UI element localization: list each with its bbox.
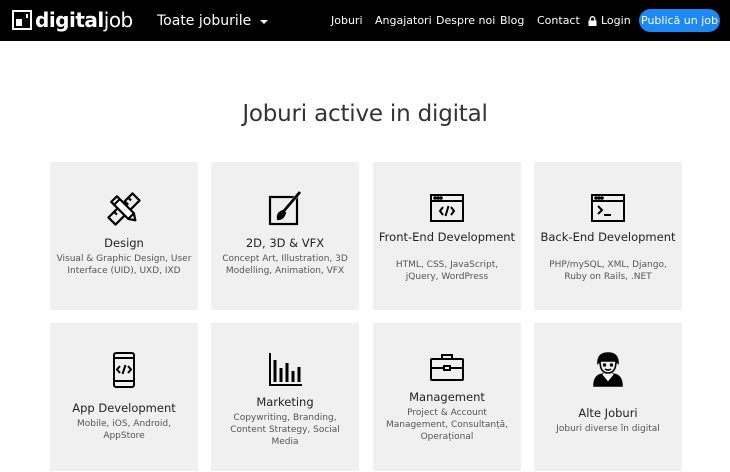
publish-job-button[interactable]: Publică un job xyxy=(639,9,720,32)
login-label: Login xyxy=(601,14,631,27)
logo-text: digitaljob xyxy=(35,8,133,32)
top-navbar: digitaljob Toate joburile Joburi Angajat… xyxy=(0,0,730,41)
category-name: Back-End Development xyxy=(540,230,676,244)
category-name: 2D, 3D & VFX xyxy=(245,236,325,250)
category-card-back-end[interactable]: Back-End Development PHP/mySQL, XML, Dja… xyxy=(534,162,682,310)
design-tools-icon xyxy=(107,192,141,226)
logo[interactable]: digitaljob xyxy=(12,8,133,32)
nav-angajatori[interactable]: Angajatori xyxy=(375,14,432,27)
category-name: Management xyxy=(409,390,485,404)
category-name: Alte Joburi xyxy=(578,406,638,420)
brush-canvas-icon xyxy=(268,191,302,226)
nav-blog[interactable]: Blog xyxy=(500,14,524,27)
code-window-icon xyxy=(430,194,464,222)
category-card-design[interactable]: Design Visual & Graphic Design, User Int… xyxy=(50,162,198,310)
nav-joburi[interactable]: Joburi xyxy=(331,14,363,27)
briefcase-icon xyxy=(430,354,464,381)
category-desc: Project & Account Management, Consultanț… xyxy=(385,408,509,442)
category-name: App Development xyxy=(72,401,176,415)
lock-icon xyxy=(588,15,597,26)
page-title: Joburi active in digital xyxy=(242,101,488,127)
bar-chart-icon xyxy=(269,353,302,386)
category-card-app-development[interactable]: App Development Mobile, iOS, Android, Ap… xyxy=(50,323,198,471)
category-desc: Copywriting, Branding, Content Strategy,… xyxy=(230,413,340,447)
category-desc: Concept Art, Illustration, 3D Modelling,… xyxy=(222,254,348,276)
category-card-alte-joburi[interactable]: Alte Joburi Joburi diverse în digital xyxy=(534,323,682,471)
nav-contact[interactable]: Contact xyxy=(537,14,580,27)
logo-mark-icon xyxy=(12,10,32,30)
login-link[interactable]: Login xyxy=(588,14,631,27)
category-desc: Mobile, iOS, Android, AppStore xyxy=(77,419,171,441)
category-name: Front-End Development xyxy=(378,230,516,244)
category-card-management[interactable]: Management Project & Account Management,… xyxy=(373,323,521,471)
category-desc: Joburi diverse în digital xyxy=(556,424,660,434)
category-desc: HTML, CSS, JavaScript, jQuery, WordPress xyxy=(395,260,499,282)
category-card-marketing[interactable]: Marketing Copywriting, Branding, Content… xyxy=(211,323,359,471)
jobs-dropdown[interactable]: Toate joburile xyxy=(157,11,269,31)
jobs-dropdown-label: Toate joburile xyxy=(157,13,252,29)
person-icon xyxy=(593,352,623,387)
caret-down-icon xyxy=(260,20,269,24)
nav-despre-noi[interactable]: Despre noi xyxy=(436,14,495,27)
category-name: Marketing xyxy=(256,395,314,409)
category-card-2d-3d-vfx[interactable]: 2D, 3D & VFX Concept Art, Illustration, … xyxy=(211,162,359,310)
category-name: Design xyxy=(104,236,144,250)
category-desc: Visual & Graphic Design, User Interface … xyxy=(56,254,192,276)
category-card-front-end[interactable]: Front-End Development HTML, CSS, JavaScr… xyxy=(373,162,521,310)
mobile-code-icon xyxy=(113,352,135,388)
terminal-window-icon xyxy=(591,194,625,222)
category-desc: PHP/mySQL, XML, Django, Ruby on Rails, .… xyxy=(549,260,667,282)
